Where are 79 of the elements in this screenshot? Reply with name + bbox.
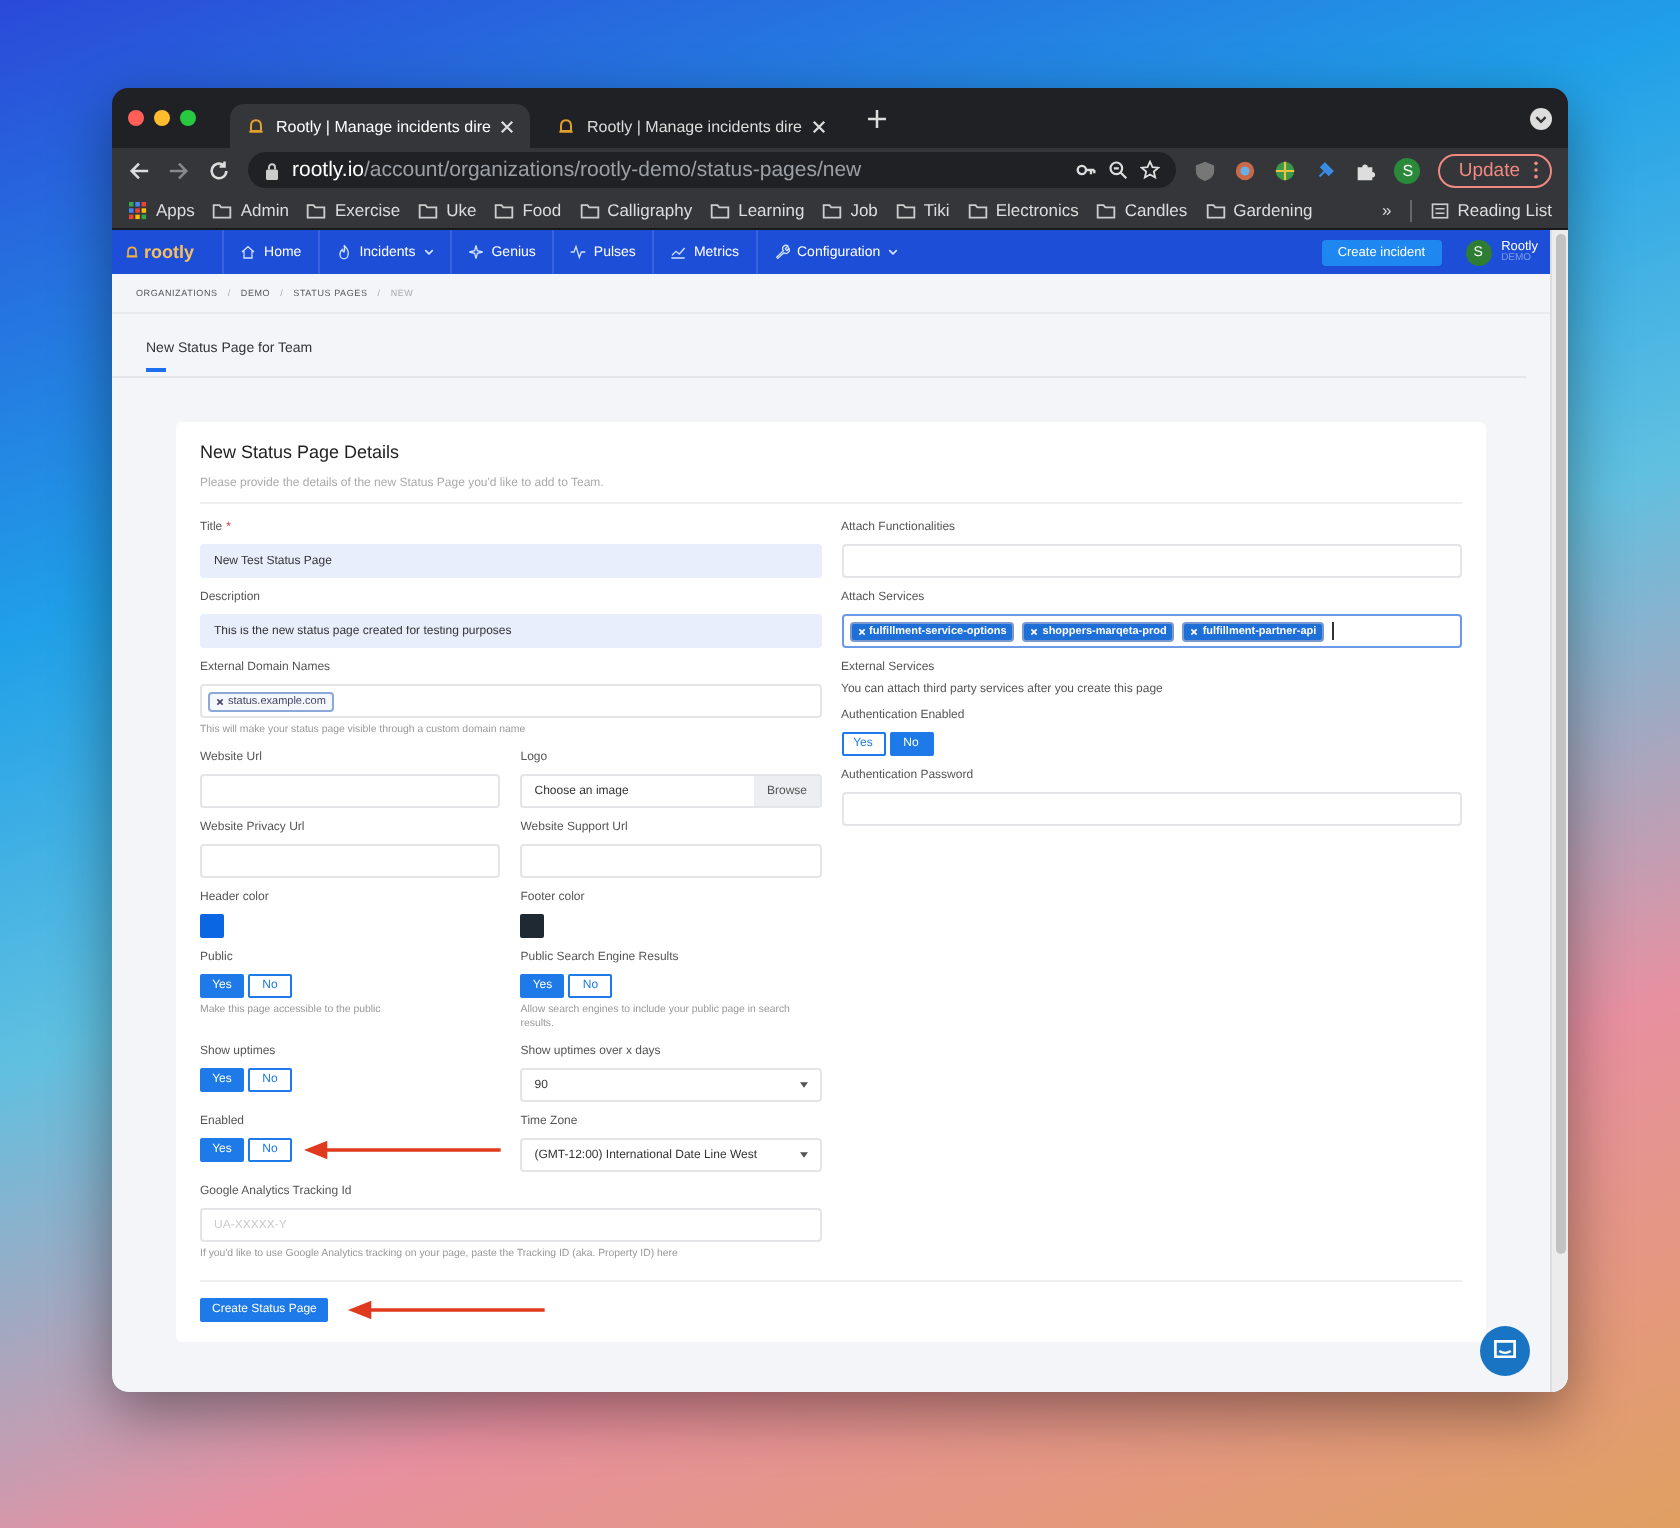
close-tab-icon[interactable] [811,119,826,133]
folder-icon [418,201,439,219]
more-icon[interactable] [1532,160,1540,180]
maximize-window-icon[interactable] [180,110,196,126]
bookmark[interactable]: Learning [710,200,805,220]
puzzle-icon[interactable] [1354,159,1377,181]
bookmark[interactable]: Calligraphy [579,200,693,220]
browser-tab[interactable]: Rootly | Manage incidents dire [540,104,842,148]
apps-grid-icon [128,201,148,219]
folder-icon [1205,201,1226,219]
bell-icon [556,116,577,136]
folder-icon [579,201,600,219]
zoom-icon[interactable] [1108,160,1129,180]
caret-icon [888,248,899,256]
remove-icon[interactable] [216,697,224,705]
tab-search-icon[interactable] [1530,107,1552,129]
pin-extension-icon[interactable] [1314,159,1337,181]
shield-extension-icon[interactable] [1194,159,1217,181]
folder-icon [967,201,988,219]
bookmark[interactable]: Admin [212,200,289,220]
caret-icon [423,248,434,256]
browser-tab[interactable]: Rootly | Manage incidents dire [230,104,531,148]
minimize-window-icon[interactable] [154,110,170,126]
close-tab-icon[interactable] [500,119,515,133]
reading-list[interactable]: Reading List [1429,200,1552,220]
bookmark[interactable]: Exercise [306,200,401,220]
reload-icon[interactable] [208,159,230,181]
color-swatch[interactable] [200,914,224,939]
sparkle-icon [467,244,484,260]
bookmark[interactable]: Candles [1096,200,1188,220]
tab-title: Rootly | Manage incidents dire [276,117,491,135]
tab-title: Rootly | Manage incidents dire [586,117,802,135]
text-field[interactable] [200,844,501,879]
color-swatch[interactable] [520,914,545,939]
text-field[interactable] [520,844,821,879]
house-icon [240,244,257,260]
back-icon[interactable] [128,159,150,181]
scrollbar-thumb[interactable] [1555,234,1565,1254]
reading-list-icon [1429,201,1450,219]
bell-icon [246,116,266,136]
globe-extension-icon[interactable] [1274,159,1297,181]
folder-icon [1096,201,1117,219]
close-window-icon[interactable] [128,110,144,126]
bookmark[interactable]: Tiki [895,200,950,220]
bookmark[interactable]: Food [494,200,562,220]
bell-icon [124,244,140,260]
folder-icon [494,201,515,219]
address-bar[interactable]: rootly.io/account/organizations/rootly-demo/status-pages/new [248,152,1177,188]
folder-icon [212,201,233,219]
pulse-icon [569,244,586,260]
text-field[interactable] [200,774,501,809]
forward-icon[interactable] [168,159,190,181]
more-bookmarks[interactable]: » [1382,200,1392,220]
bookmark[interactable]: Uke [418,200,477,220]
key-icon[interactable] [1076,160,1097,180]
bookmark[interactable]: Electronics [967,200,1079,220]
update-button[interactable]: Update [1438,153,1552,187]
chat-bubble-icon[interactable] [1480,1326,1530,1376]
bookmark[interactable]: Gardening [1205,200,1313,220]
logo[interactable]: rootly [124,242,195,262]
new-tab-icon[interactable] [867,109,886,127]
text-field[interactable] [841,792,1462,826]
folder-icon [895,201,916,219]
folder-icon [306,201,327,219]
star-icon[interactable] [1140,160,1161,180]
line-chart-icon [669,244,686,260]
lock-icon [264,161,280,179]
round-extension-icon[interactable] [1234,159,1257,181]
flame-icon [335,244,352,260]
caret-icon [799,1082,807,1089]
profile-avatar[interactable]: S [1394,157,1421,183]
wrench-icon [773,244,789,260]
caret-icon [799,1152,807,1159]
bookmark[interactable]: Apps [128,200,195,220]
bookmark[interactable]: Job [822,200,878,220]
card-title: New Status Page Details [200,442,402,462]
folder-icon [710,201,731,219]
text-field[interactable] [841,544,1462,578]
folder-icon [822,201,843,219]
